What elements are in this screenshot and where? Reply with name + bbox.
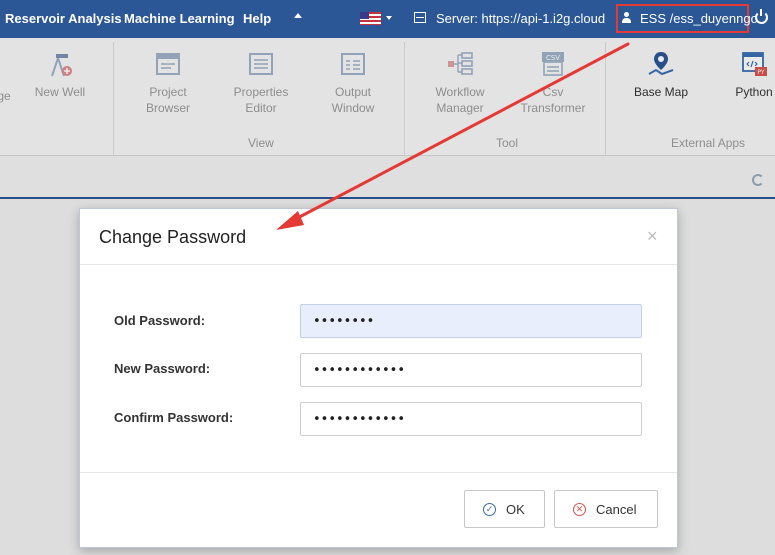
ok-button[interactable]: ✓ OK xyxy=(464,490,545,528)
x-circle-icon: ✕ xyxy=(573,503,586,516)
server-label: Server: https://api-1.i2g.cloud xyxy=(436,11,606,26)
user-label[interactable]: ESS /ess_duyenngo xyxy=(640,11,758,26)
divider xyxy=(80,264,677,265)
user-icon xyxy=(622,12,631,23)
confirm-password-field[interactable] xyxy=(300,402,642,436)
menu-machine-learning[interactable]: Machine Learning xyxy=(124,11,235,26)
confirm-password-label: Confirm Password: xyxy=(114,410,234,425)
flag-icon[interactable] xyxy=(360,12,381,25)
power-icon[interactable] xyxy=(755,9,768,24)
menu-help[interactable]: Help xyxy=(243,11,271,26)
new-password-label: New Password: xyxy=(114,361,211,376)
language-dropdown-icon[interactable] xyxy=(386,16,392,20)
top-menu-bar: Reservoir Analysis Machine Learning Help… xyxy=(0,0,775,38)
close-icon[interactable]: × xyxy=(647,226,658,247)
check-circle-icon: ✓ xyxy=(483,503,496,516)
collapse-caret-icon[interactable] xyxy=(294,13,302,18)
old-password-field[interactable] xyxy=(300,304,642,338)
divider xyxy=(80,472,677,473)
old-password-label: Old Password: xyxy=(114,313,206,328)
menu-reservoir-analysis[interactable]: Reservoir Analysis xyxy=(5,11,122,26)
ok-button-label: OK xyxy=(506,502,525,517)
server-icon xyxy=(414,12,426,23)
new-password-field[interactable] xyxy=(300,353,642,387)
change-password-dialog: Change Password × Old Password: New Pass… xyxy=(79,208,678,548)
cancel-button[interactable]: ✕ Cancel xyxy=(554,490,658,528)
cancel-button-label: Cancel xyxy=(596,502,637,517)
dialog-title: Change Password xyxy=(99,227,247,247)
